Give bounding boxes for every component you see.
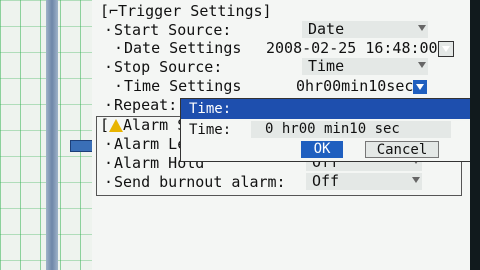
send-burnout-value: Off: [312, 172, 340, 190]
alarm-settings-title: [Alarm S: [100, 116, 187, 134]
start-source-value: Date: [308, 20, 345, 38]
start-source-label: Start Source: [114, 21, 223, 39]
warning-icon: [109, 119, 124, 132]
chevron-down-icon[interactable]: [437, 40, 454, 57]
time-dialog: Time: Time: 0 hr00 min10 sec OK Cancel: [180, 98, 474, 162]
cancel-button[interactable]: Cancel: [365, 141, 439, 158]
alarm-level-row[interactable]: ·Alarm Le: [104, 135, 186, 153]
stop-source-select[interactable]: Time: [302, 58, 428, 75]
ok-button[interactable]: OK: [301, 141, 343, 158]
dialog-time-input[interactable]: 0 hr00 min10 sec: [251, 121, 451, 138]
repeat-row[interactable]: ·Repeat:: [104, 96, 177, 114]
device-screen: [⌐Trigger Settings] ·Start Source: Date …: [0, 0, 480, 270]
stop-source-label: Stop Source: [114, 58, 214, 76]
start-source-row[interactable]: ·Start Source:: [104, 21, 231, 39]
trigger-marker: [70, 140, 94, 152]
time-settings-row[interactable]: ·Time Settings: [114, 77, 241, 95]
send-burnout-row[interactable]: ·Send burnout alarm:: [104, 173, 286, 191]
chevron-down-icon[interactable]: [413, 79, 428, 94]
waveform-graph: [0, 0, 94, 270]
time-settings-label: Time Settings: [124, 77, 242, 95]
stop-source-value: Time: [308, 57, 345, 75]
date-settings-label: Date Settings: [124, 39, 242, 57]
screen-bezel: [470, 0, 480, 270]
graph-axis: [46, 0, 58, 270]
time-settings-value: 0hr00min10sec: [296, 77, 414, 95]
dialog-title: Time:: [181, 99, 473, 119]
chevron-down-icon: [412, 177, 420, 183]
start-source-select[interactable]: Date: [302, 21, 428, 38]
chevron-down-icon: [418, 25, 426, 31]
date-settings-row[interactable]: ·Date Settings: [114, 39, 241, 57]
chevron-down-icon: [418, 62, 426, 68]
time-settings-field[interactable]: 0hr00min10sec: [296, 77, 428, 95]
trigger-settings-title: [⌐Trigger Settings]: [100, 2, 272, 20]
date-settings-value: 2008-02-25 16:48:00: [266, 39, 438, 57]
date-settings-field[interactable]: 2008-02-25 16:48:00: [266, 39, 454, 57]
stop-source-row[interactable]: ·Stop Source:: [104, 58, 222, 76]
alarm-level-label: Alarm Le: [114, 135, 187, 153]
repeat-label: Repeat: [114, 96, 169, 114]
send-burnout-select[interactable]: Off: [306, 173, 422, 190]
dialog-time-label: Time:: [189, 122, 232, 138]
send-burnout-label: Send burnout alarm:: [114, 173, 286, 191]
